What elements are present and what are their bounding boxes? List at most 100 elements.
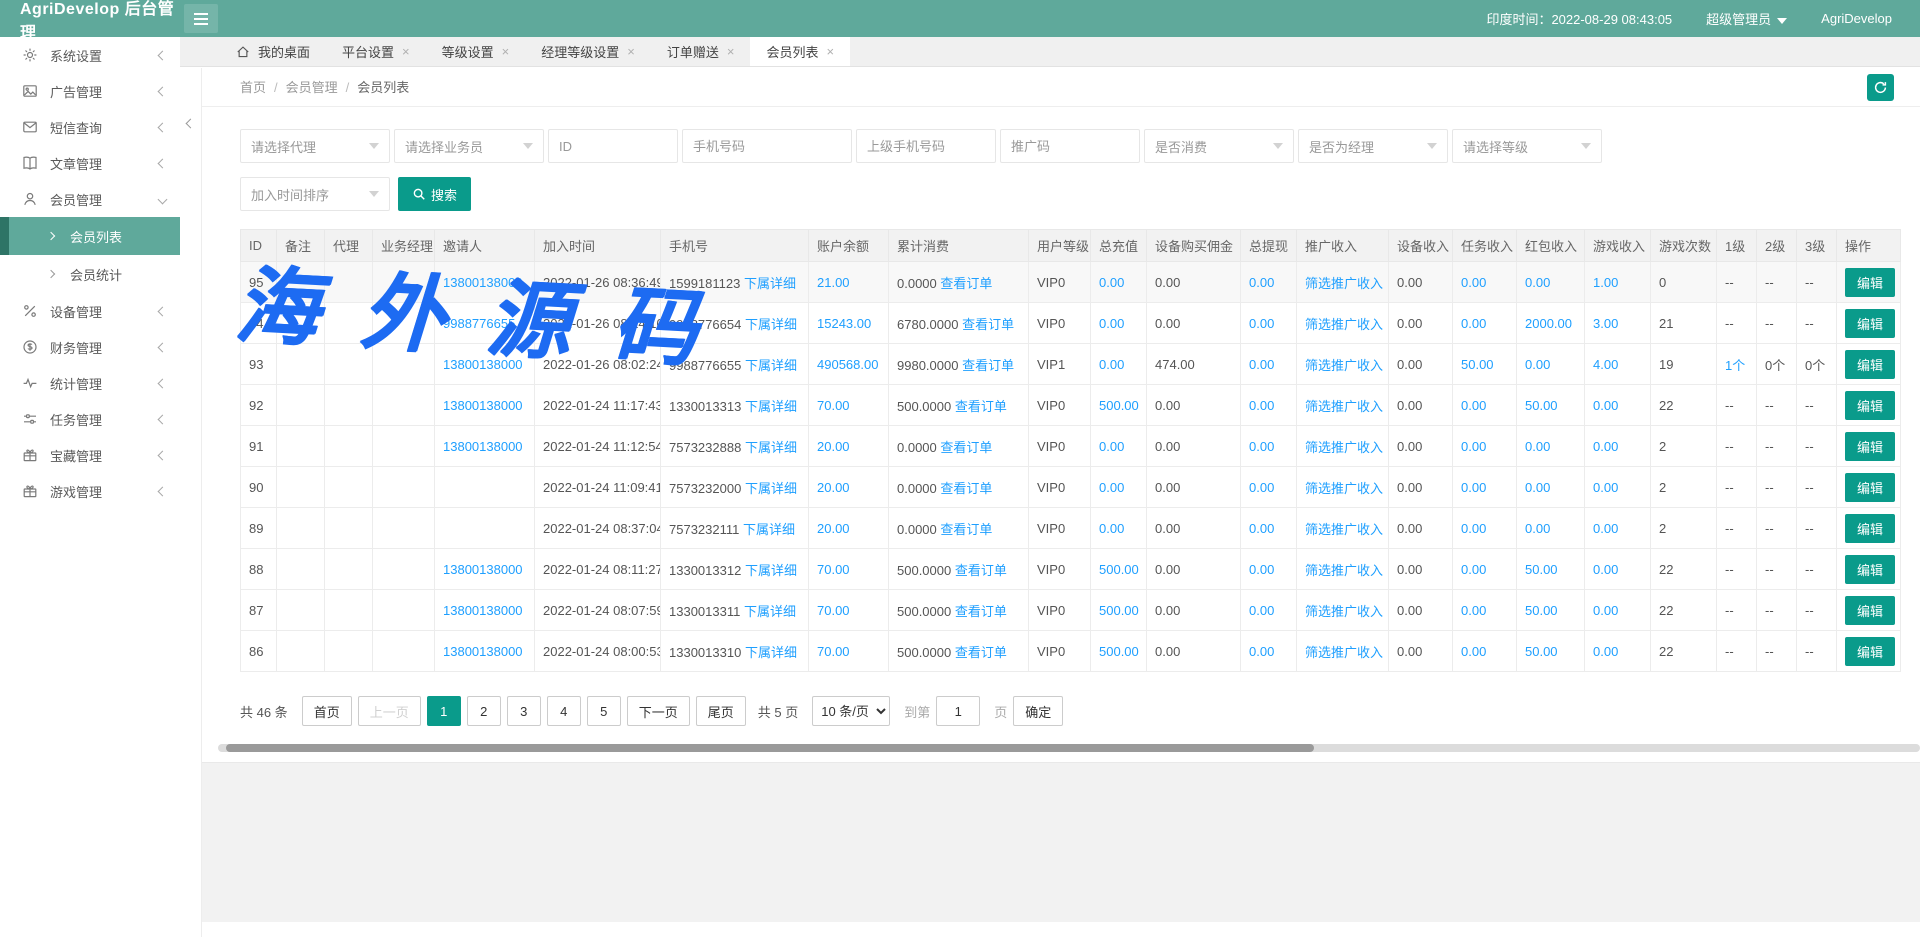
subordinate-detail-link[interactable]: 下属详细: [745, 481, 797, 496]
view-order-link[interactable]: 查看订单: [955, 563, 1007, 578]
edit-button[interactable]: 编辑: [1845, 596, 1895, 625]
subordinate-detail-link[interactable]: 下属详细: [745, 358, 797, 373]
filter-input-field[interactable]: [867, 139, 985, 154]
view-order-link[interactable]: 查看订单: [940, 522, 992, 537]
sidebar-item-4[interactable]: 会员管理: [0, 181, 180, 217]
edit-button[interactable]: 编辑: [1845, 309, 1895, 338]
first-page-button[interactable]: 首页: [302, 696, 352, 726]
page-button-1[interactable]: 1: [427, 696, 461, 726]
page-button-3[interactable]: 3: [507, 696, 541, 726]
inviter-link[interactable]: 13800138000: [443, 644, 523, 659]
filter-promo-income-link[interactable]: 筛选推广收入: [1305, 563, 1383, 578]
prev-page-button[interactable]: 上一页: [358, 696, 421, 726]
view-order-link[interactable]: 查看订单: [940, 276, 992, 291]
search-button[interactable]: 搜索: [398, 177, 471, 211]
sidebar-item-8[interactable]: 任务管理: [0, 401, 180, 437]
close-icon[interactable]: ×: [727, 44, 735, 59]
tab-我的桌面[interactable]: 我的桌面: [220, 37, 326, 66]
edit-button[interactable]: 编辑: [1845, 514, 1895, 543]
inviter-link[interactable]: 13800138000: [443, 562, 523, 577]
filter-select-请选择业务员[interactable]: 请选择业务员: [394, 129, 544, 163]
filter-promo-income-link[interactable]: 筛选推广收入: [1305, 481, 1383, 496]
scrollbar-thumb[interactable]: [226, 744, 1314, 752]
filter-input-field[interactable]: [1011, 139, 1129, 154]
horizontal-scrollbar[interactable]: [218, 744, 1920, 752]
subordinate-detail-link[interactable]: 下属详细: [745, 645, 797, 660]
view-order-link[interactable]: 查看订单: [955, 645, 1007, 660]
edit-button[interactable]: 编辑: [1845, 268, 1895, 297]
view-order-link[interactable]: 查看订单: [962, 317, 1014, 332]
view-order-link[interactable]: 查看订单: [962, 358, 1014, 373]
filter-input-field[interactable]: [693, 139, 841, 154]
sidebar-item-7[interactable]: 统计管理: [0, 365, 180, 401]
filter-select-是否为经理[interactable]: 是否为经理: [1298, 129, 1448, 163]
filter-promo-income-link[interactable]: 筛选推广收入: [1305, 399, 1383, 414]
inviter-link[interactable]: 13800138000: [443, 398, 523, 413]
sidebar-toggle-icon[interactable]: [184, 4, 218, 33]
filter-select-是否消费[interactable]: 是否消费: [1144, 129, 1294, 163]
edit-button[interactable]: 编辑: [1845, 432, 1895, 461]
current-username[interactable]: AgriDevelop: [1821, 11, 1892, 26]
sidebar-item-10[interactable]: 游戏管理: [0, 473, 180, 509]
view-order-link[interactable]: 查看订单: [940, 440, 992, 455]
edit-button[interactable]: 编辑: [1845, 637, 1895, 666]
filter-promo-income-link[interactable]: 筛选推广收入: [1305, 645, 1383, 660]
close-icon[interactable]: ×: [826, 44, 834, 59]
subordinate-detail-link[interactable]: 下属详细: [744, 604, 796, 619]
filter-promo-income-link[interactable]: 筛选推广收入: [1305, 276, 1383, 291]
tab-会员列表[interactable]: 会员列表×: [750, 37, 850, 66]
page-button-4[interactable]: 4: [547, 696, 581, 726]
filter-promo-income-link[interactable]: 筛选推广收入: [1305, 317, 1383, 332]
inviter-link[interactable]: 13800138000: [443, 439, 523, 454]
breadcrumb-item[interactable]: 会员管理: [286, 80, 338, 95]
goto-confirm-button[interactable]: 确定: [1013, 696, 1063, 726]
filter-input-field[interactable]: [559, 139, 667, 154]
tab-等级设置[interactable]: 等级设置×: [426, 37, 526, 66]
breadcrumb-item[interactable]: 首页: [240, 80, 266, 95]
view-order-link[interactable]: 查看订单: [955, 399, 1007, 414]
page-button-5[interactable]: 5: [587, 696, 621, 726]
edit-button[interactable]: 编辑: [1845, 391, 1895, 420]
sidebar-item-2[interactable]: 短信查询: [0, 109, 180, 145]
sidebar-item-9[interactable]: 宝藏管理: [0, 437, 180, 473]
per-page-select[interactable]: 10 条/页: [812, 696, 890, 726]
close-icon[interactable]: ×: [402, 44, 410, 59]
filter-select-请选择代理[interactable]: 请选择代理: [240, 129, 390, 163]
subordinate-detail-link[interactable]: 下属详细: [745, 399, 797, 414]
filter-promo-income-link[interactable]: 筛选推广收入: [1305, 440, 1383, 455]
close-icon[interactable]: ×: [627, 44, 635, 59]
inviter-link[interactable]: 9988776655: [443, 316, 515, 331]
sidebar-subitem-会员列表[interactable]: 会员列表: [0, 217, 180, 255]
last-page-button[interactable]: 尾页: [696, 696, 746, 726]
view-order-link[interactable]: 查看订单: [955, 604, 1007, 619]
subordinate-detail-link[interactable]: 下属详细: [744, 276, 796, 291]
inviter-link[interactable]: 13800138000: [443, 275, 523, 290]
edit-button[interactable]: 编辑: [1845, 473, 1895, 502]
page-button-2[interactable]: 2: [467, 696, 501, 726]
tab-经理等级设置[interactable]: 经理等级设置×: [525, 37, 651, 66]
role-dropdown[interactable]: 超级管理员: [1706, 9, 1787, 28]
tab-平台设置[interactable]: 平台设置×: [326, 37, 426, 66]
inviter-link[interactable]: 13800138000: [443, 603, 523, 618]
inviter-link[interactable]: 13800138000: [443, 357, 523, 372]
sidebar-item-1[interactable]: 广告管理: [0, 73, 180, 109]
subordinate-detail-link[interactable]: 下属详细: [745, 563, 797, 578]
next-page-button[interactable]: 下一页: [627, 696, 690, 726]
tab-订单赠送[interactable]: 订单赠送×: [651, 37, 751, 66]
collapse-strip[interactable]: [180, 68, 202, 937]
refresh-button[interactable]: [1867, 74, 1894, 101]
edit-button[interactable]: 编辑: [1845, 350, 1895, 379]
sort-select[interactable]: 加入时间排序: [240, 177, 390, 211]
sidebar-item-5[interactable]: 设备管理: [0, 293, 180, 329]
sidebar-item-3[interactable]: 文章管理: [0, 145, 180, 181]
goto-page-input[interactable]: [936, 696, 980, 726]
filter-promo-income-link[interactable]: 筛选推广收入: [1305, 604, 1383, 619]
filter-promo-income-link[interactable]: 筛选推广收入: [1305, 358, 1383, 373]
sidebar-subitem-会员统计[interactable]: 会员统计: [0, 255, 180, 293]
filter-select-请选择等级[interactable]: 请选择等级: [1452, 129, 1602, 163]
close-icon[interactable]: ×: [502, 44, 510, 59]
subordinate-detail-link[interactable]: 下属详细: [745, 440, 797, 455]
edit-button[interactable]: 编辑: [1845, 555, 1895, 584]
filter-promo-income-link[interactable]: 筛选推广收入: [1305, 522, 1383, 537]
subordinate-detail-link[interactable]: 下属详细: [745, 317, 797, 332]
